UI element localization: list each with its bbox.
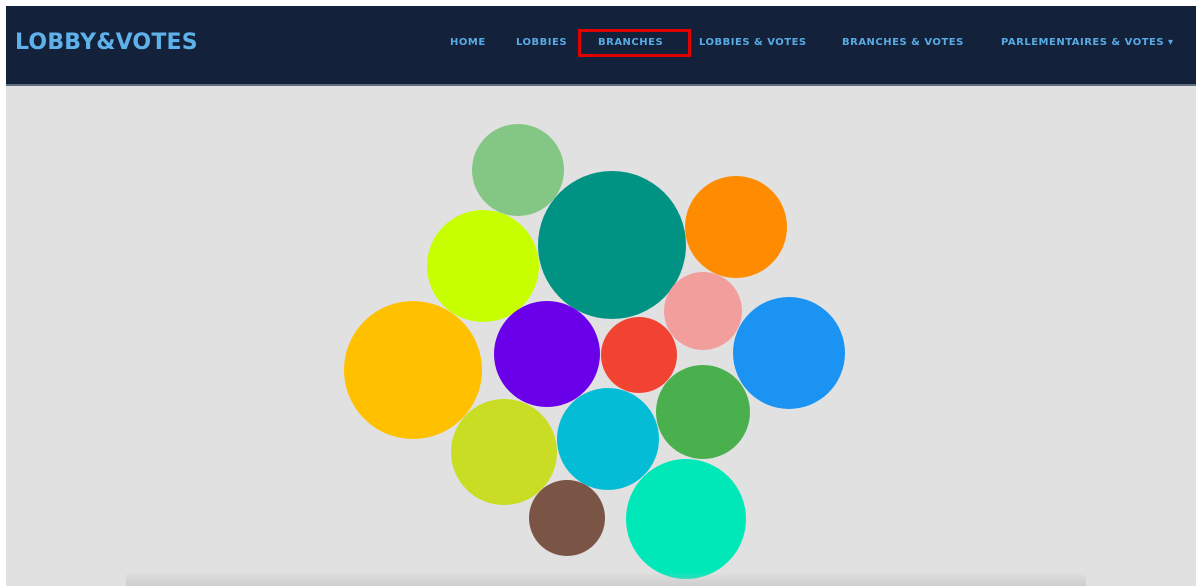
bubble-1[interactable] bbox=[472, 124, 564, 216]
bubble-7[interactable] bbox=[494, 301, 600, 407]
bubble-chart bbox=[344, 124, 845, 579]
bubble-2[interactable] bbox=[538, 171, 686, 319]
bubble-11[interactable] bbox=[557, 388, 659, 490]
bubble-6[interactable] bbox=[344, 301, 482, 439]
bubble-4[interactable] bbox=[427, 210, 539, 322]
footer-shadow bbox=[126, 572, 1086, 586]
bubble-9[interactable] bbox=[733, 297, 845, 409]
bubble-12[interactable] bbox=[656, 365, 750, 459]
bubble-14[interactable] bbox=[626, 459, 746, 579]
browser-viewport: LOBBY&VOTES HOME LOBBIES BRANCHES LOBBIE… bbox=[6, 6, 1196, 586]
bubble-5[interactable] bbox=[664, 272, 742, 350]
bubble-10[interactable] bbox=[451, 399, 557, 505]
bubble-13[interactable] bbox=[529, 480, 605, 556]
bubble-8[interactable] bbox=[601, 317, 677, 393]
bubble-3[interactable] bbox=[685, 176, 787, 278]
